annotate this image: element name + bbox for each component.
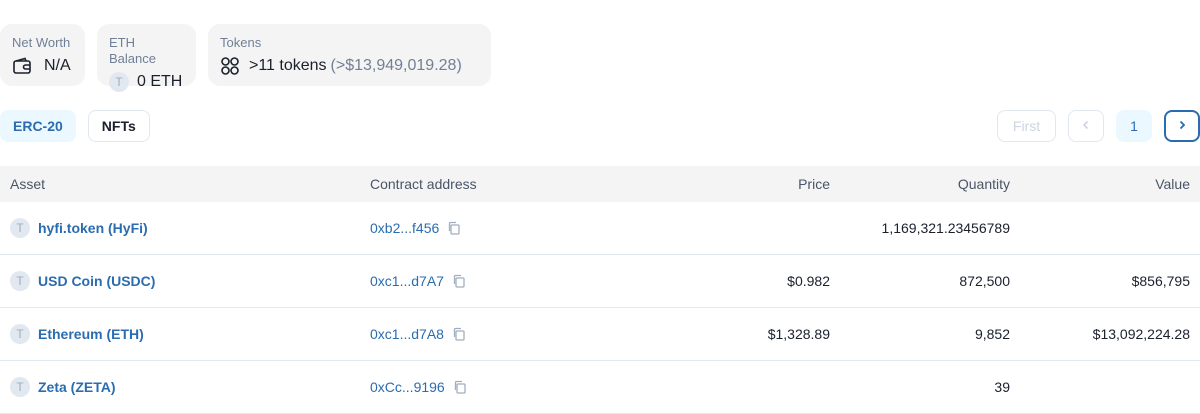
eth-balance-value: 0 ETH bbox=[137, 73, 183, 90]
contract-address-link[interactable]: 0xb2...f456 bbox=[370, 220, 439, 236]
token-placeholder-icon: T bbox=[10, 324, 30, 344]
header-asset: Asset bbox=[10, 176, 46, 192]
net-worth-label: Net Worth bbox=[12, 35, 71, 50]
asset-link[interactable]: Ethereum (ETH) bbox=[38, 326, 144, 342]
table-row: T USD Coin (USDC) 0xc1...d7A7 $0.982 872… bbox=[0, 255, 1200, 308]
tokens-card[interactable]: Tokens >11 tokens (>$13,949,019.28) bbox=[208, 24, 491, 86]
table-row: T Ethereum (ETH) 0xc1...d7A8 $1,328.89 9… bbox=[0, 308, 1200, 361]
header-value: Value bbox=[1155, 176, 1190, 192]
asset-link[interactable]: hyfi.token (HyFi) bbox=[38, 220, 148, 236]
quantity-cell: 9,852 bbox=[974, 326, 1010, 342]
quantity-cell: 39 bbox=[994, 379, 1010, 395]
tokens-count: >11 tokens bbox=[249, 57, 327, 74]
table-header: Asset Contract address Price Quantity Va… bbox=[0, 166, 1200, 202]
asset-link[interactable]: Zeta (ZETA) bbox=[38, 379, 116, 395]
eth-balance-card: ETH Balance T 0 ETH bbox=[97, 24, 196, 92]
wallet-icon bbox=[12, 56, 32, 76]
copy-icon[interactable] bbox=[447, 221, 461, 235]
header-price: Price bbox=[798, 176, 830, 192]
contract-address-link[interactable]: 0xc1...d7A7 bbox=[370, 273, 444, 289]
header-contract: Contract address bbox=[370, 176, 477, 192]
stats-bar: Net Worth N/A ETH Balance T 0 ETH Tokens bbox=[0, 24, 491, 92]
copy-icon[interactable] bbox=[452, 274, 466, 288]
copy-icon[interactable] bbox=[453, 380, 467, 394]
pagination: First 1 bbox=[997, 110, 1200, 142]
tokens-icon bbox=[220, 56, 240, 76]
quantity-cell: 1,169,321.23456789 bbox=[881, 220, 1010, 236]
price-cell: $1,328.89 bbox=[767, 326, 830, 342]
net-worth-value: N/A bbox=[44, 57, 71, 74]
header-quantity: Quantity bbox=[957, 176, 1010, 192]
current-page-button[interactable]: 1 bbox=[1116, 110, 1152, 142]
contract-address-link[interactable]: 0xCc...9196 bbox=[370, 379, 445, 395]
table-row: T hyfi.token (HyFi) 0xb2...f456 1,169,32… bbox=[0, 202, 1200, 255]
value-cell: $13,092,224.28 bbox=[1092, 326, 1190, 342]
value-cell: $856,795 bbox=[1131, 273, 1190, 289]
net-worth-card: Net Worth N/A bbox=[0, 24, 85, 86]
token-placeholder-icon: T bbox=[10, 271, 30, 291]
price-cell: $0.982 bbox=[787, 273, 830, 289]
asset-link[interactable]: USD Coin (USDC) bbox=[38, 273, 155, 289]
eth-balance-label: ETH Balance bbox=[109, 35, 156, 66]
next-page-button[interactable] bbox=[1164, 110, 1200, 142]
table-row: T Zeta (ZETA) 0xCc...9196 39 bbox=[0, 361, 1200, 414]
first-page-button[interactable]: First bbox=[997, 110, 1056, 142]
tab-nfts[interactable]: NFTs bbox=[87, 110, 150, 142]
tab-erc20[interactable]: ERC-20 bbox=[0, 110, 76, 142]
tokens-label: Tokens bbox=[220, 35, 262, 50]
chevron-left-icon bbox=[1080, 118, 1092, 134]
token-placeholder-icon: T bbox=[10, 218, 30, 238]
tokens-amount: (>$13,949,019.28) bbox=[330, 57, 462, 74]
quantity-cell: 872,500 bbox=[959, 273, 1010, 289]
copy-icon[interactable] bbox=[452, 327, 466, 341]
token-table: Asset Contract address Price Quantity Va… bbox=[0, 166, 1200, 414]
contract-address-link[interactable]: 0xc1...d7A8 bbox=[370, 326, 444, 342]
asset-tabs: ERC-20 NFTs bbox=[0, 110, 150, 142]
token-placeholder-icon: T bbox=[109, 72, 129, 92]
token-placeholder-icon: T bbox=[10, 377, 30, 397]
previous-page-button[interactable] bbox=[1068, 110, 1104, 142]
chevron-right-icon bbox=[1176, 118, 1188, 134]
